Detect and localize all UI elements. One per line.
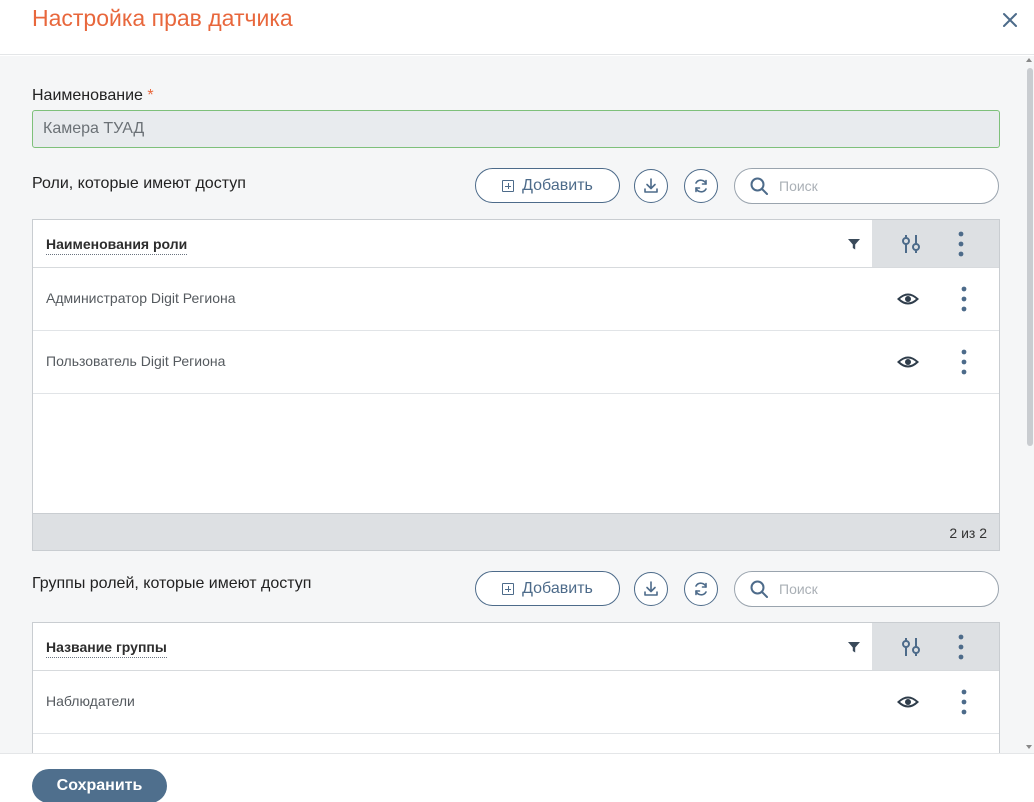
scroll-thumb[interactable] xyxy=(1027,68,1033,446)
column-settings-icon[interactable] xyxy=(899,232,923,256)
add-icon xyxy=(502,582,515,595)
roles-table-header: Наименования роли xyxy=(33,220,999,268)
roles-section-title: Роли, которые имеют доступ xyxy=(32,175,246,192)
roles-add-label: Добавить xyxy=(522,176,593,194)
groups-table: Название группы Наблюдатели xyxy=(32,622,1000,753)
sensor-rights-dialog: Настройка прав датчика Наименование * Ро… xyxy=(0,0,1034,802)
eye-icon[interactable] xyxy=(897,692,919,712)
scroll-up-arrow[interactable] xyxy=(1026,58,1032,62)
filter-icon[interactable] xyxy=(847,237,861,251)
roles-download-button[interactable] xyxy=(634,169,668,203)
refresh-icon xyxy=(695,179,707,193)
dialog-title: Настройка прав датчика xyxy=(32,5,293,31)
save-button[interactable]: Сохранить xyxy=(32,769,167,802)
table-row[interactable]: Пользователь Digit Региона xyxy=(33,331,999,394)
role-name: Пользователь Digit Региона xyxy=(46,353,226,369)
name-label-text: Наименование xyxy=(32,87,143,104)
eye-icon[interactable] xyxy=(897,352,919,372)
groups-refresh-button[interactable] xyxy=(684,572,718,606)
filter-icon[interactable] xyxy=(847,640,861,654)
roles-header-actions xyxy=(872,220,999,267)
roles-refresh-button[interactable] xyxy=(684,169,718,203)
groups-table-header: Название группы xyxy=(33,623,999,671)
roles-search[interactable] xyxy=(734,168,999,204)
search-icon xyxy=(750,177,768,195)
scrollbar[interactable] xyxy=(1024,56,1034,753)
name-label: Наименование * xyxy=(32,87,154,105)
groups-section-title: Группы ролей, которые имеют доступ xyxy=(32,575,312,592)
roles-count: 2 из 2 xyxy=(949,525,987,541)
kebab-icon[interactable] xyxy=(959,285,969,313)
download-icon xyxy=(644,581,658,596)
kebab-icon[interactable] xyxy=(959,688,969,716)
groups-add-label: Добавить xyxy=(522,579,593,597)
groups-download-button[interactable] xyxy=(634,572,668,606)
table-row[interactable]: Администратор Digit Региона xyxy=(33,268,999,331)
kebab-icon[interactable] xyxy=(956,633,966,661)
groups-column-header[interactable]: Название группы xyxy=(46,639,167,658)
roles-search-input[interactable] xyxy=(779,178,979,194)
dialog-content: Наименование * Роли, которые имеют досту… xyxy=(0,56,1034,753)
table-row[interactable]: Наблюдатели xyxy=(33,671,999,734)
column-settings-icon[interactable] xyxy=(899,635,923,659)
groups-add-button[interactable]: Добавить xyxy=(475,571,620,606)
kebab-icon[interactable] xyxy=(959,348,969,376)
group-name: Наблюдатели xyxy=(46,693,135,709)
kebab-icon[interactable] xyxy=(956,230,966,258)
add-icon xyxy=(502,179,515,192)
groups-search[interactable] xyxy=(734,571,999,607)
name-field[interactable] xyxy=(32,110,1000,148)
eye-icon[interactable] xyxy=(897,289,919,309)
dialog-header: Настройка прав датчика xyxy=(0,0,1034,55)
groups-search-input[interactable] xyxy=(779,581,979,597)
roles-add-button[interactable]: Добавить xyxy=(475,168,620,203)
dialog-footer: Сохранить xyxy=(0,753,1034,802)
groups-header-actions xyxy=(872,623,999,670)
roles-column-header[interactable]: Наименования роли xyxy=(46,236,188,255)
scroll-down-arrow[interactable] xyxy=(1026,745,1032,749)
search-icon xyxy=(750,580,768,598)
roles-table: Наименования роли Администратор Digit Ре… xyxy=(32,219,1000,551)
download-icon xyxy=(644,178,658,193)
close-icon[interactable] xyxy=(998,8,1022,32)
required-mark: * xyxy=(147,87,154,104)
roles-table-footer: 2 из 2 xyxy=(33,513,999,550)
role-name: Администратор Digit Региона xyxy=(46,290,236,306)
refresh-icon xyxy=(695,582,707,596)
